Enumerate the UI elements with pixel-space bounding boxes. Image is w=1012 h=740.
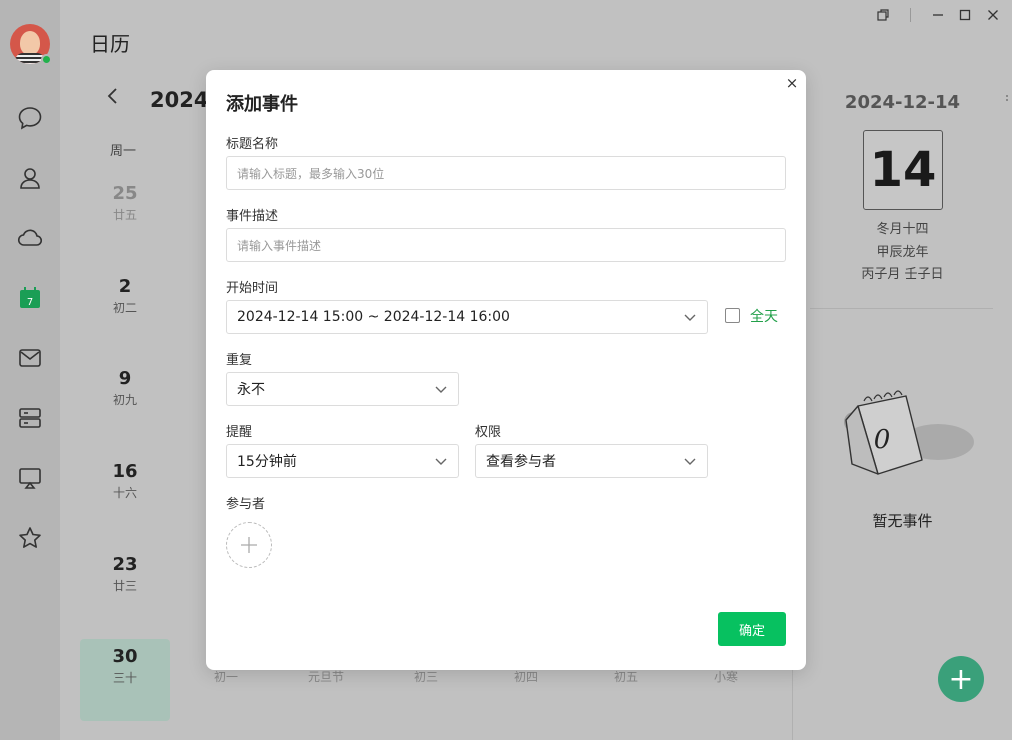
sidebar: 7	[0, 0, 60, 740]
dialog-title: 添加事件	[226, 94, 298, 115]
chevron-down-icon	[684, 458, 696, 465]
day-lunar: 初九	[112, 393, 137, 407]
svg-text:0: 0	[874, 425, 891, 455]
day-cell-selected[interactable]: 30 三十	[80, 646, 170, 686]
repeat-label: 重复	[226, 353, 253, 368]
day-lunar: 三十	[112, 671, 137, 685]
all-day-label[interactable]: 全天	[750, 306, 778, 326]
start-time-label: 开始时间	[226, 281, 279, 296]
day-cell[interactable]: 16 十六	[80, 461, 170, 501]
right-panel-separator	[810, 308, 993, 309]
add-event-dialog: × 添加事件 标题名称 请输入标题，最多输入30位 事件描述 请输入事件描述 开…	[206, 70, 806, 670]
day-cell[interactable]: 25 廿五	[80, 183, 170, 223]
favorites-icon[interactable]	[14, 522, 46, 554]
description-label: 事件描述	[226, 209, 279, 224]
prev-month-button[interactable]	[106, 86, 120, 111]
minimize-icon[interactable]	[929, 6, 947, 24]
day-number: 30	[112, 646, 138, 667]
day-lunar: 元旦节	[307, 670, 344, 684]
reminder-value: 15分钟前	[237, 454, 297, 470]
all-day-checkbox[interactable]	[725, 308, 740, 323]
maximize-icon[interactable]	[956, 6, 974, 24]
day-lunar: 初三	[413, 670, 438, 684]
moments-icon[interactable]	[14, 222, 46, 254]
lunar-year: 甲辰龙年	[876, 245, 929, 260]
chevron-down-icon	[435, 386, 447, 393]
lunar-month-day: 丙子月 壬子日	[861, 267, 944, 282]
reminder-label: 提醒	[226, 425, 253, 440]
day-cell[interactable]: 9 初九	[80, 368, 170, 408]
plus-icon	[241, 537, 257, 553]
weekday-header-monday: 周一	[110, 144, 137, 159]
time-range-value: 2024-12-14 15:00 ~ 2024-12-14 16:00	[237, 309, 510, 325]
day-cell[interactable]: 23 廿三	[80, 554, 170, 594]
day-number: 2	[118, 276, 132, 297]
day-lunar: 初四	[513, 670, 538, 684]
plus-icon: +	[948, 661, 974, 697]
day-number: 25	[112, 183, 138, 204]
avatar-face	[20, 31, 40, 55]
contacts-icon[interactable]	[14, 162, 46, 194]
selected-date: 2024-12-14	[844, 92, 961, 113]
day-lunar: 初一	[213, 670, 238, 684]
online-status-dot	[41, 54, 52, 65]
day-lunar: 小寒	[713, 670, 738, 684]
title-input[interactable]: 请输入标题，最多输入30位	[226, 156, 786, 190]
close-window-icon[interactable]	[984, 6, 1002, 24]
pin-window-icon[interactable]	[874, 6, 892, 24]
big-day-number: 14	[863, 130, 943, 210]
time-range-select[interactable]: 2024-12-14 15:00 ~ 2024-12-14 16:00	[226, 300, 708, 334]
screen-icon[interactable]	[14, 462, 46, 494]
permission-label: 权限	[475, 425, 502, 440]
empty-events-text: 暂无事件	[872, 512, 933, 530]
chevron-down-icon	[435, 458, 447, 465]
permission-select[interactable]: 查看参与者	[475, 444, 708, 478]
day-number: 9	[118, 368, 132, 389]
day-number: 23	[112, 554, 138, 575]
lunar-date: 冬月十四	[876, 222, 929, 237]
add-event-fab[interactable]: +	[938, 656, 984, 702]
window-controls-separator	[910, 8, 911, 22]
confirm-button[interactable]: 确定	[718, 612, 786, 646]
day-number: 16	[112, 461, 138, 482]
close-dialog-button[interactable]: ×	[784, 74, 800, 92]
day-lunar: 廿三	[112, 579, 137, 593]
participants-label: 参与者	[226, 497, 266, 512]
reminder-select[interactable]: 15分钟前	[226, 444, 459, 478]
calendar-icon[interactable]: 7	[14, 282, 46, 314]
empty-calendar-illustration-icon: Q 0	[844, 390, 974, 475]
app-title: 日历	[90, 32, 130, 56]
day-lunar: 初五	[613, 670, 638, 684]
chat-icon[interactable]	[14, 102, 46, 134]
title-label: 标题名称	[226, 137, 279, 152]
day-lunar: 十六	[112, 486, 137, 500]
add-participant-button[interactable]	[226, 522, 272, 568]
calendar-badge: 7	[27, 297, 33, 308]
repeat-value: 永不	[237, 382, 265, 398]
permission-value: 查看参与者	[486, 454, 556, 470]
chevron-down-icon	[684, 314, 696, 321]
description-input[interactable]: 请输入事件描述	[226, 228, 786, 262]
day-lunar: 廿五	[112, 208, 137, 222]
more-icon[interactable]	[1004, 94, 1010, 110]
day-cell[interactable]: 2 初二	[80, 276, 170, 316]
day-lunar: 初二	[112, 301, 137, 315]
storage-icon[interactable]	[14, 402, 46, 434]
repeat-select[interactable]: 永不	[226, 372, 459, 406]
mail-icon[interactable]	[14, 342, 46, 374]
